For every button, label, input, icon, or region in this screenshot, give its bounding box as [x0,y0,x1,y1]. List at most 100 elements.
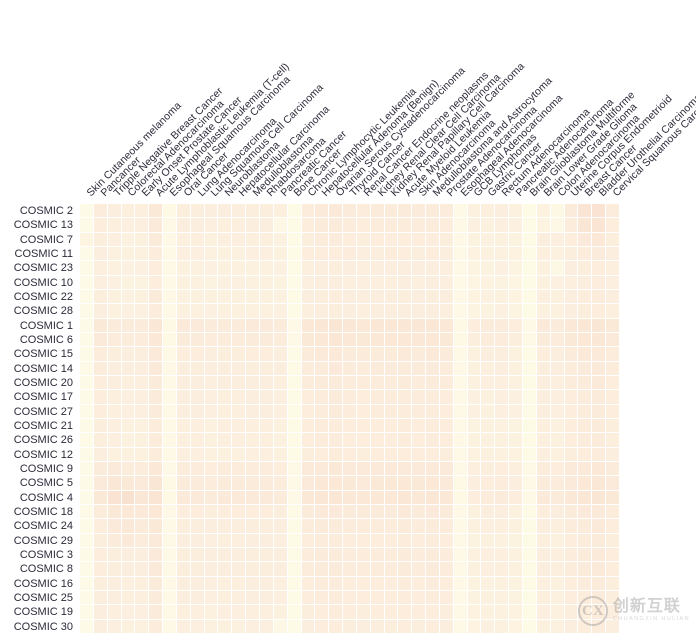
heatmap-cell[interactable] [412,562,427,577]
heatmap-cell[interactable] [107,590,122,606]
heatmap-cell[interactable] [398,562,413,577]
heatmap-cell[interactable] [356,204,371,219]
heatmap-cell[interactable] [550,289,565,305]
heatmap-cell[interactable] [384,519,399,534]
heatmap-cell[interactable] [273,476,288,491]
heatmap-cell[interactable] [384,204,399,219]
heatmap-cell[interactable] [163,447,177,462]
heatmap-cell[interactable] [204,246,219,262]
heatmap-cell[interactable] [273,447,288,462]
heatmap-cell[interactable] [398,433,413,448]
heatmap-cell[interactable] [135,576,150,591]
heatmap-cell[interactable] [384,375,399,391]
heatmap-cell[interactable] [578,375,593,391]
heatmap-cell[interactable] [121,289,136,305]
heatmap-cell[interactable] [509,519,523,534]
heatmap-cell[interactable] [467,418,482,434]
heatmap-cell[interactable] [370,519,385,534]
heatmap-cell[interactable] [190,390,205,405]
heatmap-cell[interactable] [149,576,164,591]
heatmap-cell[interactable] [107,562,122,577]
heatmap-cell[interactable] [536,461,551,477]
heatmap-cell[interactable] [412,461,427,477]
heatmap-cell[interactable] [246,590,260,606]
heatmap-cell[interactable] [204,218,219,233]
heatmap-cell[interactable] [190,619,205,634]
heatmap-cell[interactable] [592,447,607,462]
heatmap-cell[interactable] [509,476,523,491]
heatmap-cell[interactable] [426,318,440,333]
heatmap-cell[interactable] [163,576,177,591]
heatmap-cell[interactable] [343,275,357,290]
heatmap-cell[interactable] [343,246,357,262]
heatmap-cell[interactable] [246,347,260,362]
heatmap-cell[interactable] [536,261,551,276]
heatmap-cell[interactable] [398,461,413,477]
heatmap-cell[interactable] [246,547,260,563]
heatmap-cell[interactable] [80,433,94,448]
heatmap-cell[interactable] [426,547,440,563]
heatmap-cell[interactable] [370,318,385,333]
heatmap-cell[interactable] [398,261,413,276]
heatmap-cell[interactable] [412,204,427,219]
heatmap-cell[interactable] [564,504,579,520]
heatmap-cell[interactable] [135,447,150,462]
heatmap-cell[interactable] [564,275,579,290]
heatmap-cell[interactable] [356,246,371,262]
heatmap-cell[interactable] [190,289,205,305]
heatmap-cell[interactable] [592,533,607,548]
heatmap-cell[interactable] [93,447,108,462]
heatmap-cell[interactable] [163,375,177,391]
heatmap-cell[interactable] [412,232,427,247]
heatmap-cell[interactable] [343,476,357,491]
heatmap-cell[interactable] [578,418,593,434]
heatmap-cell[interactable] [190,361,205,376]
heatmap-cell[interactable] [356,461,371,477]
heatmap-cell[interactable] [149,332,164,348]
heatmap-cell[interactable] [439,375,454,391]
heatmap-cell[interactable] [495,619,510,634]
heatmap-cell[interactable] [439,519,454,534]
heatmap-cell[interactable] [93,304,108,319]
heatmap-cell[interactable] [398,375,413,391]
heatmap-cell[interactable] [176,490,191,505]
heatmap-cell[interactable] [343,447,357,462]
heatmap-cell[interactable] [163,218,177,233]
heatmap-cell[interactable] [190,275,205,290]
heatmap-cell[interactable] [149,533,164,548]
heatmap-cell[interactable] [412,404,427,419]
heatmap-cell[interactable] [564,289,579,305]
heatmap-cell[interactable] [329,304,344,319]
heatmap-cell[interactable] [523,361,537,376]
heatmap-cell[interactable] [301,347,316,362]
heatmap-cell[interactable] [592,275,607,290]
heatmap-cell[interactable] [232,375,247,391]
heatmap-cell[interactable] [398,246,413,262]
heatmap-cell[interactable] [412,218,427,233]
heatmap-cell[interactable] [550,404,565,419]
heatmap-cell[interactable] [550,605,565,620]
heatmap-cell[interactable] [287,519,302,534]
heatmap-cell[interactable] [329,390,344,405]
heatmap-cell[interactable] [287,261,302,276]
heatmap-cell[interactable] [495,375,510,391]
heatmap-cell[interactable] [93,619,108,634]
heatmap-cell[interactable] [273,304,288,319]
heatmap-cell[interactable] [481,490,496,505]
heatmap-cell[interactable] [453,375,468,391]
heatmap-cell[interactable] [384,605,399,620]
heatmap-cell[interactable] [135,476,150,491]
heatmap-cell[interactable] [259,232,274,247]
heatmap-cell[interactable] [315,304,330,319]
heatmap-cell[interactable] [523,204,537,219]
heatmap-cell[interactable] [439,404,454,419]
heatmap-cell[interactable] [426,418,440,434]
heatmap-cell[interactable] [523,490,537,505]
heatmap-cell[interactable] [412,533,427,548]
heatmap-cell[interactable] [301,590,316,606]
heatmap-cell[interactable] [370,404,385,419]
heatmap-cell[interactable] [149,218,164,233]
heatmap-cell[interactable] [107,519,122,534]
heatmap-cell[interactable] [301,332,316,348]
heatmap-cell[interactable] [592,404,607,419]
